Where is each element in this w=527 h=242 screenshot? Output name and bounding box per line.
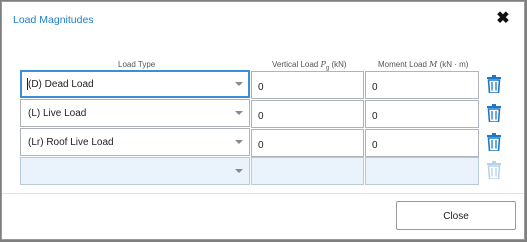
moment-load-value: 0: [372, 140, 378, 151]
moment-load-value: 0: [372, 111, 378, 122]
header-load-type: Load Type: [118, 60, 156, 69]
vertical-load-input-live[interactable]: 0: [251, 100, 364, 128]
header-vertical-load-unit: (kN): [329, 60, 347, 69]
load-type-value: (Lr) Roof Live Load: [28, 137, 114, 148]
moment-load-input-roof-live[interactable]: 0: [365, 129, 479, 157]
vertical-load-value: 0: [258, 82, 264, 93]
load-type-select-new[interactable]: [20, 157, 250, 185]
header-moment-load: Moment Load M (kN · m): [378, 60, 468, 69]
chevron-down-icon[interactable]: [235, 111, 243, 115]
moment-load-input-new[interactable]: [365, 157, 479, 185]
chevron-down-icon[interactable]: [235, 82, 243, 86]
footer-divider: [2, 193, 524, 194]
chevron-down-icon[interactable]: [235, 169, 243, 173]
chevron-down-icon[interactable]: [235, 140, 243, 144]
moment-load-input-dead[interactable]: 0: [365, 71, 479, 99]
trash-icon[interactable]: [487, 104, 501, 122]
header-moment-load-unit: (kN · m): [437, 60, 469, 69]
load-magnitudes-dialog: Load Magnitudes ✖ Load Type Vertical Loa…: [1, 1, 525, 240]
load-type-select-live[interactable]: (L) Live Load: [20, 99, 250, 127]
vertical-load-value: 0: [258, 111, 264, 122]
trash-icon[interactable]: [487, 133, 501, 151]
header-vertical-load: Vertical Load Pg (kN): [272, 60, 347, 72]
close-button[interactable]: Close: [396, 201, 516, 230]
load-type-value: (D) Dead Load: [28, 79, 94, 90]
moment-load-value: 0: [372, 82, 378, 93]
trash-icon: [487, 161, 501, 179]
vertical-load-input-new[interactable]: [251, 157, 364, 185]
load-type-select-dead[interactable]: (D) Dead Load: [20, 70, 250, 98]
load-type-value: (L) Live Load: [28, 108, 87, 119]
close-icon[interactable]: ✖: [496, 11, 510, 27]
header-vertical-load-prefix: Vertical Load: [272, 60, 321, 69]
vertical-load-value: 0: [258, 140, 264, 151]
moment-load-input-live[interactable]: 0: [365, 100, 479, 128]
dialog-title: Load Magnitudes: [13, 14, 94, 26]
trash-icon[interactable]: [487, 75, 501, 93]
load-type-select-roof-live[interactable]: (Lr) Roof Live Load: [20, 128, 250, 156]
header-moment-load-prefix: Moment Load: [378, 60, 430, 69]
vertical-load-input-dead[interactable]: 0: [251, 71, 364, 99]
vertical-load-input-roof-live[interactable]: 0: [251, 129, 364, 157]
